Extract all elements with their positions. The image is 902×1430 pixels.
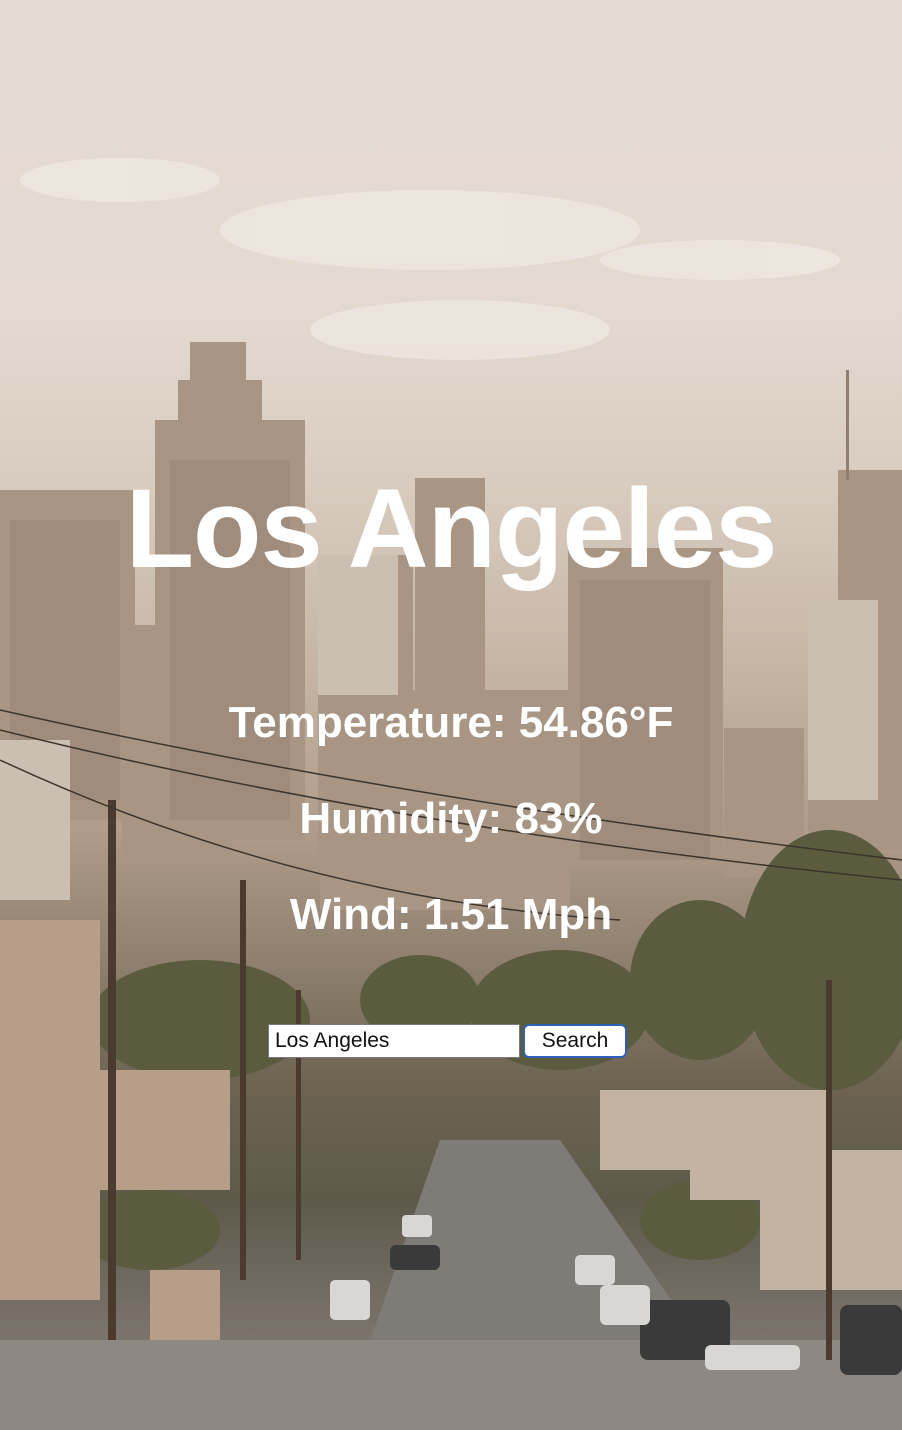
temperature-text: Temperature: 54.86°F bbox=[228, 698, 674, 747]
city-name-heading: Los Angeles bbox=[125, 466, 778, 591]
weather-panel: Los Angeles Temperature: 54.86°F Humidit… bbox=[0, 0, 902, 1430]
search-button[interactable]: Search bbox=[523, 1024, 627, 1058]
wind-text: Wind: 1.51 Mph bbox=[289, 890, 613, 939]
search-form: Search bbox=[268, 1024, 627, 1058]
city-search-input[interactable] bbox=[268, 1024, 520, 1058]
humidity-text: Humidity: 83% bbox=[299, 794, 603, 843]
